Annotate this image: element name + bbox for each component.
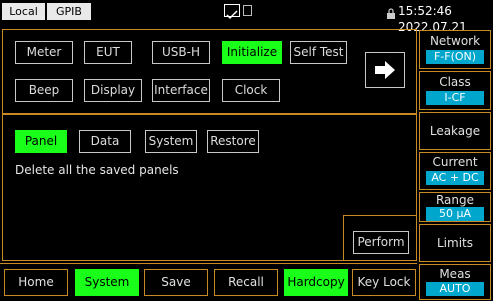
display-button[interactable]: Display: [84, 79, 142, 102]
limits-label: Limits: [437, 236, 473, 250]
range-label: Range: [435, 193, 475, 207]
check-icon: [224, 4, 240, 20]
local-indicator: Local: [2, 3, 45, 20]
class-label: Class: [439, 75, 471, 89]
class-value: I-CF: [426, 91, 484, 105]
beep-button[interactable]: Beep: [15, 79, 73, 102]
current-value: AC + DC: [426, 171, 484, 185]
tab-data[interactable]: Data: [79, 130, 131, 153]
network-softkey[interactable]: Network F-F(ON): [419, 30, 491, 69]
recall-button[interactable]: Recall: [214, 269, 278, 296]
class-softkey[interactable]: Class I-CF: [419, 71, 491, 110]
arrow-right-icon: [374, 60, 396, 84]
tab-restore[interactable]: Restore: [207, 130, 259, 153]
gpib-indicator: GPIB: [47, 3, 91, 20]
hardcopy-button[interactable]: Hardcopy: [284, 269, 348, 296]
meas-softkey[interactable]: Meas AUTO: [419, 264, 491, 300]
next-page-button[interactable]: [365, 52, 405, 88]
tab-panel[interactable]: Panel: [15, 130, 67, 153]
usbh-button[interactable]: USB-H: [152, 41, 210, 64]
tab-system[interactable]: System: [145, 130, 197, 153]
self-test-button[interactable]: Self Test: [290, 41, 347, 64]
description-text: Delete all the saved panels: [15, 163, 179, 177]
initialize-button[interactable]: Initialize: [222, 41, 282, 64]
network-label: Network: [429, 34, 481, 48]
eut-button[interactable]: EUT: [84, 41, 132, 64]
meas-value: AUTO: [426, 282, 484, 296]
network-value: F-F(ON): [426, 50, 484, 64]
meas-label: Meas: [439, 267, 471, 281]
home-button[interactable]: Home: [4, 269, 68, 296]
leakage-label: Leakage: [429, 124, 481, 138]
system-button[interactable]: System: [75, 269, 139, 296]
key-lock-button[interactable]: Key Lock: [352, 269, 416, 296]
limits-softkey[interactable]: Limits: [419, 224, 491, 262]
save-button[interactable]: Save: [144, 269, 208, 296]
range-value: 50 μA: [426, 207, 484, 221]
perform-button[interactable]: Perform: [353, 231, 409, 254]
clock-readout: 15:52:46 2022.07.21: [398, 4, 467, 34]
range-softkey[interactable]: Range 50 μA: [419, 192, 491, 222]
clock-button[interactable]: Clock: [222, 79, 280, 102]
battery-icon: [243, 5, 252, 16]
lock-icon: [386, 5, 396, 19]
meter-button[interactable]: Meter: [15, 41, 73, 64]
interface-button[interactable]: Interface: [152, 79, 210, 102]
leakage-softkey[interactable]: Leakage: [419, 112, 491, 150]
current-softkey[interactable]: Current AC + DC: [419, 152, 491, 190]
current-label: Current: [432, 155, 478, 169]
